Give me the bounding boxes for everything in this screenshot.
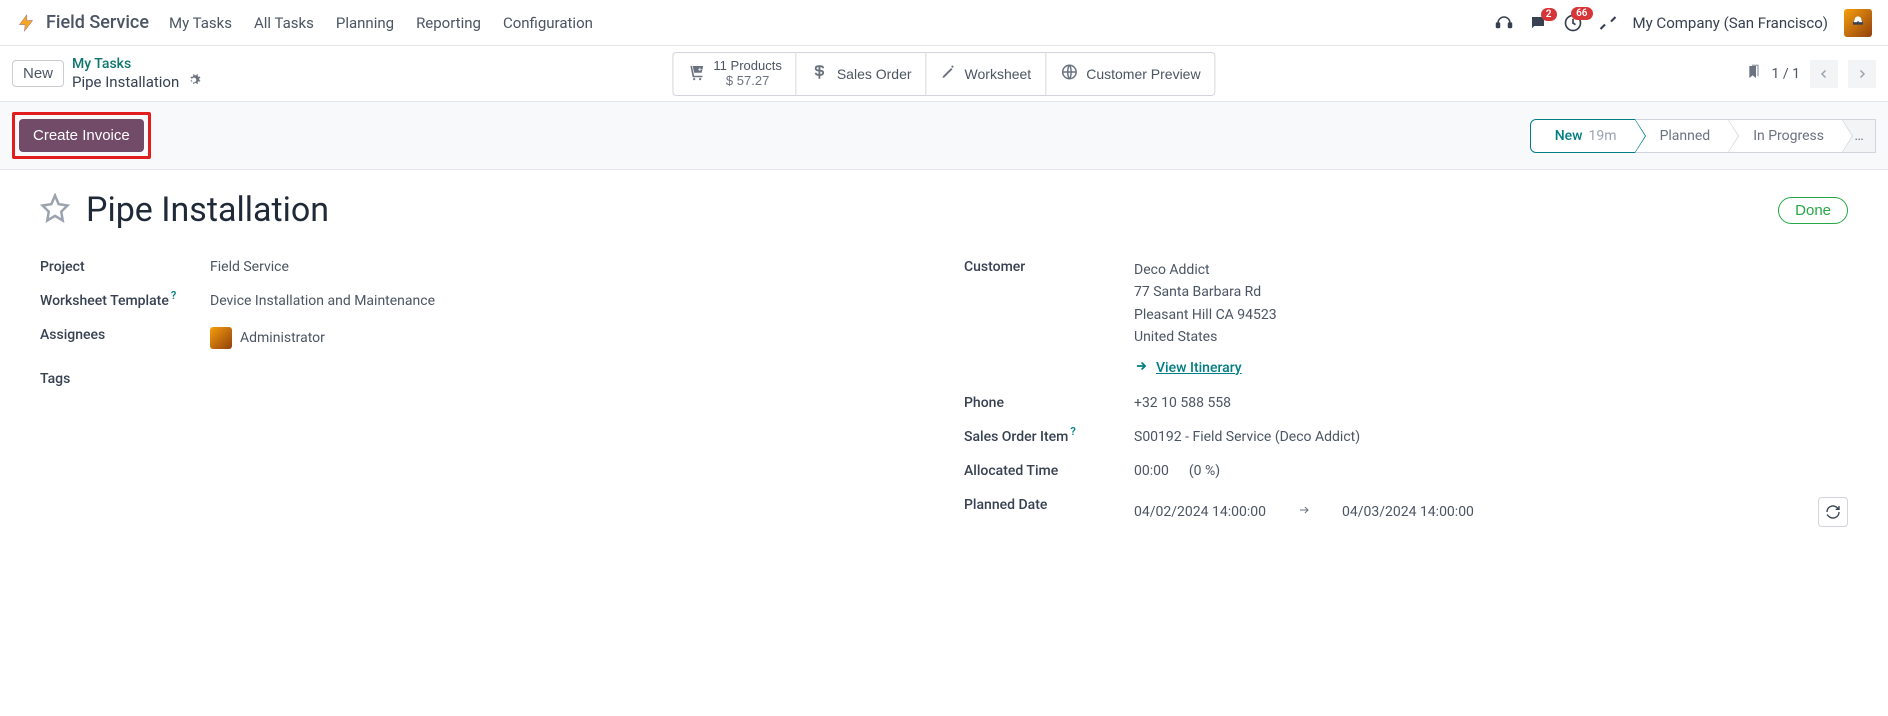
- page-title[interactable]: Pipe Installation: [86, 190, 1762, 230]
- assignee-avatar-icon: [210, 327, 232, 349]
- status-planned[interactable]: Planned: [1635, 119, 1730, 153]
- breadcrumb-current: Pipe Installation: [72, 73, 201, 91]
- label-allocated-time: Allocated Time: [964, 463, 1134, 479]
- top-nav: Field Service My Tasks All Tasks Plannin…: [0, 0, 1888, 46]
- arrow-right-icon: [1296, 504, 1312, 520]
- main-menu: My Tasks All Tasks Planning Reporting Co…: [169, 14, 593, 32]
- stat-products-button[interactable]: + 11 Products $ 57.27: [672, 52, 796, 96]
- done-button[interactable]: Done: [1778, 197, 1848, 224]
- control-panel: New My Tasks Pipe Installation + 11 Prod…: [0, 46, 1888, 102]
- status-new[interactable]: New 19m: [1530, 119, 1636, 153]
- globe-icon: [1060, 63, 1078, 84]
- menu-reporting[interactable]: Reporting: [416, 14, 481, 32]
- pager: 1 / 1: [1746, 60, 1876, 88]
- value-worksheet-template[interactable]: Device Installation and Maintenance: [210, 293, 924, 309]
- pencil-icon: [941, 64, 957, 83]
- label-worksheet-template: Worksheet Template?: [40, 293, 210, 309]
- activity-badge: 66: [1571, 7, 1592, 20]
- label-tags: Tags: [40, 371, 210, 387]
- value-project[interactable]: Field Service: [210, 259, 924, 275]
- arrow-right-icon: [1134, 359, 1148, 377]
- status-bar: New 19m Planned In Progress …: [1531, 119, 1876, 153]
- pager-counter[interactable]: 1 / 1: [1772, 66, 1800, 82]
- activity-icon[interactable]: 66: [1563, 13, 1583, 33]
- label-assignees: Assignees: [40, 327, 210, 343]
- highlight-box: Create Invoice: [12, 112, 151, 159]
- breadcrumb-parent[interactable]: My Tasks: [72, 56, 201, 73]
- pager-prev-button[interactable]: [1810, 60, 1838, 88]
- app-name: Field Service: [46, 12, 149, 33]
- menu-planning[interactable]: Planning: [336, 14, 394, 32]
- new-button[interactable]: New: [12, 60, 64, 87]
- star-icon[interactable]: [40, 193, 70, 227]
- chat-badge: 2: [1541, 8, 1557, 21]
- form-left-column: Project Field Service Worksheet Template…: [40, 250, 924, 536]
- breadcrumb: My Tasks Pipe Installation: [72, 56, 201, 91]
- dollar-icon: [811, 63, 829, 84]
- svg-text:+: +: [698, 66, 702, 73]
- label-customer: Customer: [964, 259, 1134, 275]
- chat-icon[interactable]: 2: [1529, 14, 1547, 32]
- status-in-progress[interactable]: In Progress: [1728, 119, 1843, 153]
- stat-customer-preview-button[interactable]: Customer Preview: [1046, 52, 1215, 96]
- form-right-column: Customer Deco Addict 77 Santa Barbara Rd…: [964, 250, 1848, 536]
- view-itinerary-link[interactable]: View Itinerary: [1134, 359, 1242, 377]
- label-planned-date: Planned Date: [964, 497, 1134, 513]
- value-planned-date[interactable]: 04/02/2024 14:00:00 04/03/2024 14:00:00: [1134, 497, 1848, 527]
- bookmark-icon[interactable]: [1746, 63, 1762, 85]
- gear-icon[interactable]: [187, 73, 201, 91]
- label-sales-order-item: Sales Order Item?: [964, 429, 1134, 445]
- value-phone[interactable]: +32 10 588 558: [1134, 395, 1848, 411]
- value-sales-order-item[interactable]: S00192 - Field Service (Deco Addict): [1134, 429, 1848, 445]
- stat-buttons: + 11 Products $ 57.27 Sales Order Worksh…: [672, 52, 1215, 96]
- label-project: Project: [40, 259, 210, 275]
- user-avatar[interactable]: [1844, 9, 1872, 37]
- form-sheet: Pipe Installation Done Project Field Ser…: [0, 170, 1888, 556]
- refresh-button[interactable]: [1818, 497, 1848, 527]
- company-selector[interactable]: My Company (San Francisco): [1633, 14, 1828, 32]
- stat-sales-order-button[interactable]: Sales Order: [797, 52, 927, 96]
- value-customer[interactable]: Deco Addict 77 Santa Barbara Rd Pleasant…: [1134, 259, 1848, 377]
- menu-all-tasks[interactable]: All Tasks: [254, 14, 314, 32]
- action-bar: Create Invoice New 19m Planned In Progre…: [0, 102, 1888, 170]
- pager-next-button[interactable]: [1848, 60, 1876, 88]
- cart-icon: +: [687, 63, 705, 84]
- stat-worksheet-button[interactable]: Worksheet: [927, 52, 1047, 96]
- menu-configuration[interactable]: Configuration: [503, 14, 593, 32]
- label-phone: Phone: [964, 395, 1134, 411]
- value-assignees[interactable]: Administrator: [210, 327, 924, 353]
- value-allocated-time[interactable]: 00:00 (0 %): [1134, 463, 1848, 479]
- menu-my-tasks[interactable]: My Tasks: [169, 14, 232, 32]
- create-invoice-button[interactable]: Create Invoice: [19, 119, 144, 152]
- app-logo-icon: [16, 13, 36, 33]
- support-icon[interactable]: [1495, 14, 1513, 32]
- tools-icon[interactable]: [1599, 14, 1617, 32]
- help-icon[interactable]: ?: [1070, 425, 1075, 438]
- help-icon[interactable]: ?: [171, 289, 176, 302]
